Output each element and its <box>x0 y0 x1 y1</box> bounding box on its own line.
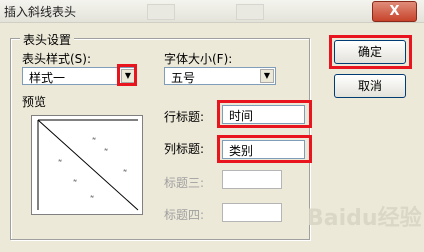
preview-mark: ≈ <box>104 147 109 153</box>
preview-mark: ≈ <box>58 158 63 164</box>
title-bar: 插入斜线表头 X <box>0 0 424 23</box>
dialog-title: 插入斜线表头 <box>4 5 77 19</box>
col-title-label: 列标题: <box>164 142 205 156</box>
title4-label: 标题四: <box>164 208 205 222</box>
preview-box: ≈ ≈ ≈ ≈ ≈ ≈ <box>31 115 143 215</box>
highlight-row-title <box>217 100 312 128</box>
font-size-select[interactable]: 五号 ▼ <box>164 67 276 85</box>
group-title: 表头设置 <box>20 31 75 48</box>
highlight-col-title <box>217 135 312 163</box>
highlight-ok-button <box>329 35 412 69</box>
header-style-value: 样式一 <box>29 71 66 85</box>
title3-label: 标题三: <box>164 176 205 190</box>
preview-diagonal <box>37 119 139 211</box>
title4-input[interactable] <box>222 203 282 222</box>
font-size-label: 字体大小(F): <box>164 52 233 66</box>
chevron-down-icon[interactable]: ▼ <box>260 69 274 83</box>
highlight-style-arrow <box>117 64 137 86</box>
background-window-fragment <box>147 4 175 20</box>
cancel-button[interactable]: 取消 <box>334 74 406 98</box>
row-title-label: 行标题: <box>164 110 205 124</box>
title3-input[interactable] <box>222 170 282 189</box>
close-button[interactable]: X <box>372 1 417 22</box>
preview-label: 预览 <box>22 95 47 109</box>
watermark-logo: Baidu经验 <box>307 206 422 231</box>
preview-mark: ≈ <box>73 178 78 184</box>
background-window-fragment <box>236 4 264 20</box>
preview-mark: ≈ <box>123 168 128 174</box>
preview-mark: ≈ <box>90 194 95 200</box>
header-style-label: 表头样式(S): <box>22 52 92 66</box>
preview-mark: ≈ <box>92 136 97 142</box>
font-size-value: 五号 <box>171 71 196 85</box>
